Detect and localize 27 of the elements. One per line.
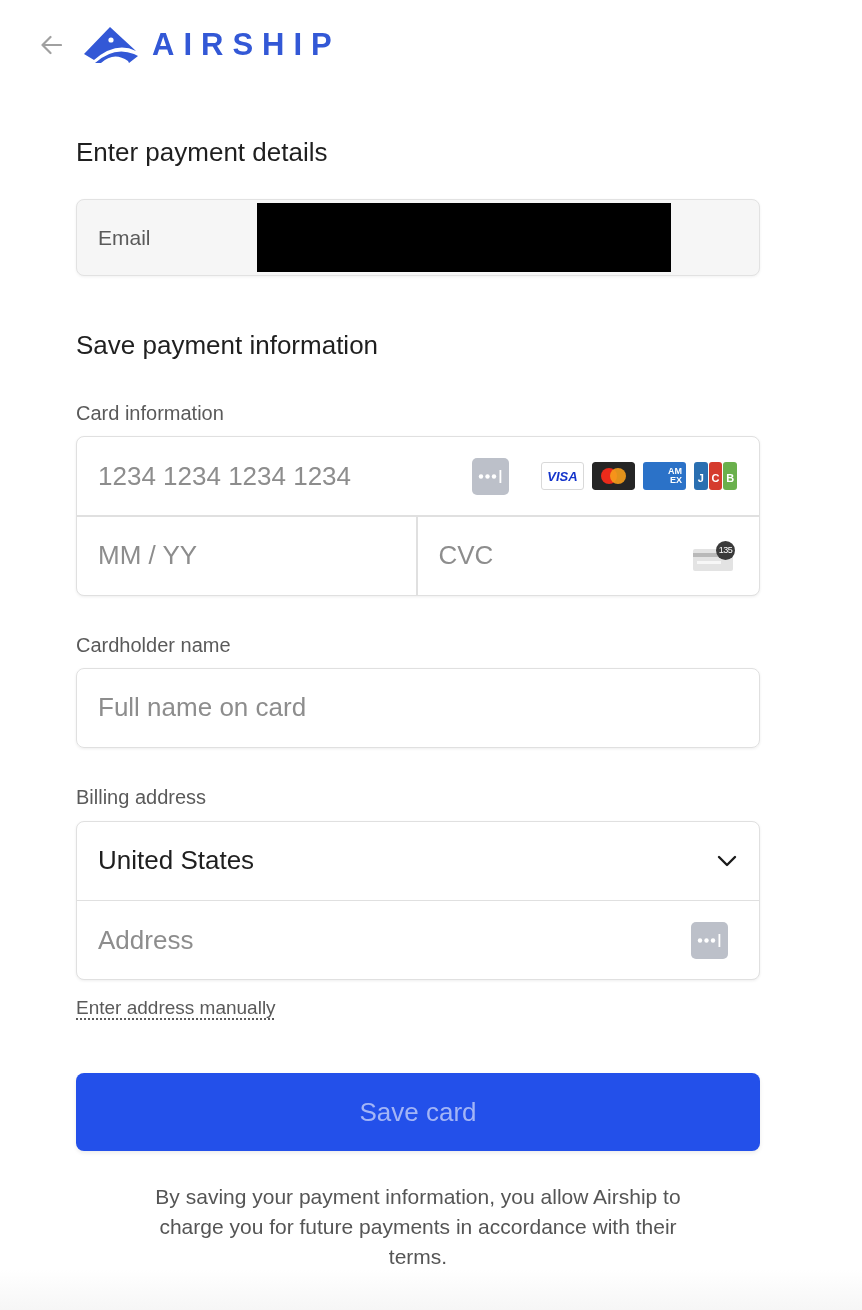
dots-cursor-icon[interactable]: [691, 921, 728, 959]
section-title: Save payment information: [76, 329, 379, 361]
country-select[interactable]: United States: [77, 821, 759, 900]
address-field[interactable]: Address: [77, 901, 683, 979]
cardholder-name-field[interactable]: Full name on card: [77, 668, 759, 747]
logo-icon: [84, 27, 138, 63]
email-field[interactable]: Email: [76, 199, 760, 276]
card-details-field[interactable]: 1234 1234 1234 1234 VISA AM EX J C B MM / YY CVC 135: [76, 436, 760, 596]
field-label: Cardholder name: [76, 632, 231, 657]
back-arrow-icon[interactable]: [40, 35, 62, 55]
manual-address-link[interactable]: Enter address manually: [76, 996, 276, 1020]
email-label: Email: [98, 225, 151, 250]
cvc-field[interactable]: CVC: [417, 516, 693, 595]
expiry-field[interactable]: MM / YY: [77, 516, 416, 595]
amex-logo: AM EX: [643, 462, 686, 490]
logo-wordmark: AIRSHIP: [152, 27, 341, 63]
terms-note: By saving your payment information, you allow Airship to charge you for future payments in accordance with their terms.: [154, 1184, 682, 1270]
mastercard-logo-icon: [592, 462, 635, 490]
billing-address-field[interactable]: United States Address: [76, 820, 760, 980]
visa-logo: VISA: [541, 462, 584, 490]
dots-cursor-icon[interactable]: [472, 457, 509, 495]
chevron-down-icon: [717, 854, 737, 867]
section-title: Enter payment details: [76, 136, 328, 168]
card-number-field[interactable]: 1234 1234 1234 1234: [77, 437, 464, 515]
field-label: Billing address: [76, 784, 207, 809]
jcb-logo: J C B: [694, 462, 737, 490]
field-label: Card information: [76, 401, 224, 425]
